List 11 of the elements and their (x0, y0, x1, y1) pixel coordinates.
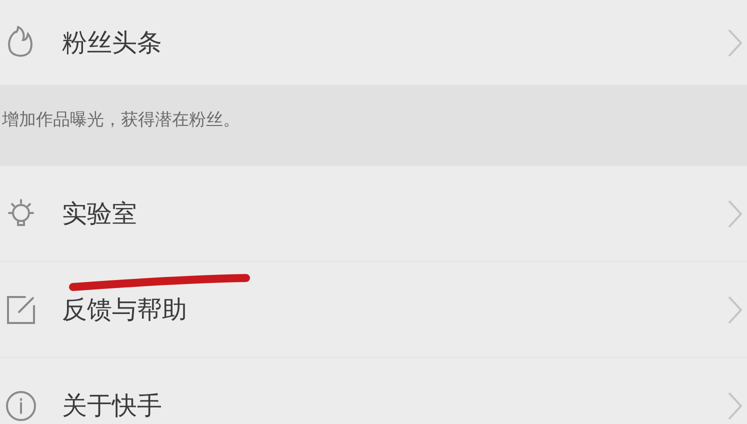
menu-label: 实验室 (62, 198, 137, 230)
edit-icon (5, 294, 37, 326)
chevron-icon (727, 28, 743, 58)
chevron-icon (727, 390, 743, 420)
info-icon (4, 388, 38, 422)
menu-label: 反馈与帮助 (62, 294, 187, 326)
hint-text: 增加作品曝光，获得潜在粉丝。 (2, 109, 240, 131)
menu-label: 关于快手 (62, 390, 162, 422)
menu-label: 粉丝头条 (62, 27, 162, 59)
chevron-icon (727, 294, 743, 324)
chevron-icon (727, 198, 743, 228)
